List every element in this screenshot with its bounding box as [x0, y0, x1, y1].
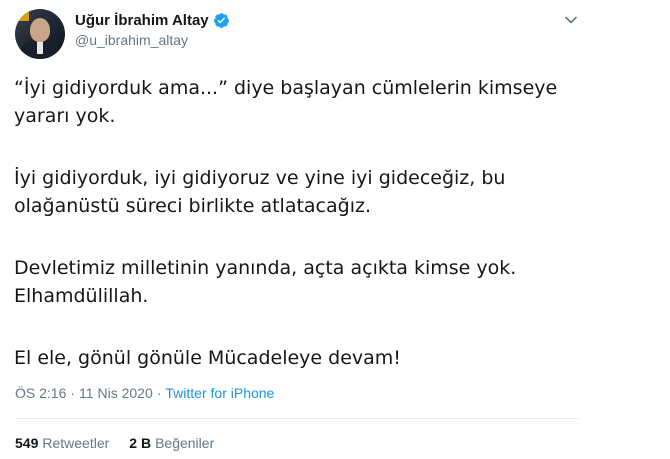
chevron-down-icon[interactable] — [563, 12, 579, 28]
tweet-meta: ÖS 2:16 · 11 Nis 2020 · Twitter for iPhone — [15, 385, 274, 401]
tweet-source-link[interactable]: Twitter for iPhone — [165, 385, 274, 401]
retweets-label: Retweetler — [42, 435, 110, 451]
tweet-stats: 549 Retweetler 2 B Beğeniler — [15, 435, 234, 451]
likes-label: Beğeniler — [155, 435, 215, 451]
likes-stat[interactable]: 2 B Beğeniler — [129, 435, 214, 451]
tweet-date[interactable]: 11 Nis 2020 — [79, 385, 153, 401]
tweet-time[interactable]: ÖS 2:16 — [15, 385, 66, 401]
likes-count: 2 B — [129, 435, 152, 451]
author-name-row: Uğur İbrahim Altay — [75, 12, 230, 29]
meta-separator: · — [156, 385, 162, 401]
retweets-count: 549 — [15, 435, 39, 451]
tweet-paragraph: “İyi gidiyorduk ama...” diye başlayan cü… — [14, 77, 558, 127]
tweet-text: “İyi gidiyorduk ama...” diye başlayan cü… — [14, 74, 604, 372]
tweet-paragraph: El ele, gönül gönüle Mücadeleye devam! — [14, 347, 401, 369]
avatar[interactable] — [15, 9, 65, 59]
tweet-paragraph: Devletimiz milletinin yanında, açta açık… — [14, 257, 517, 307]
retweets-stat[interactable]: 549 Retweetler — [15, 435, 109, 451]
author-handle[interactable]: @u_ibrahim_altay — [75, 32, 188, 48]
verified-badge-icon — [213, 13, 229, 28]
meta-separator: · — [70, 385, 76, 401]
author-name[interactable]: Uğur İbrahim Altay — [75, 12, 209, 29]
divider — [15, 418, 578, 419]
flag-pin-icon — [19, 12, 29, 21]
tweet-paragraph: İyi gidiyorduk, iyi gidiyoruz ve yine iy… — [14, 167, 506, 217]
